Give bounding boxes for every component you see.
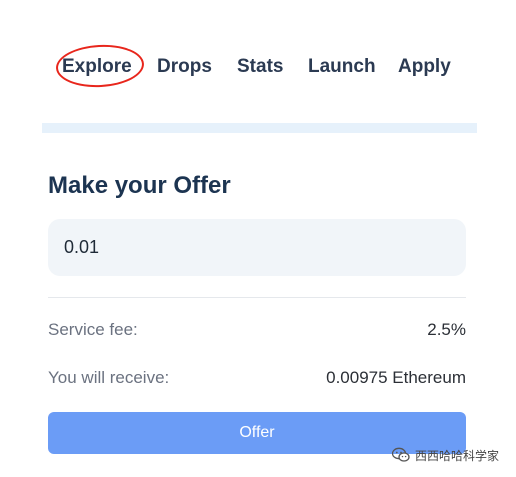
receive-row: You will receive: 0.00975 Ethereum: [48, 368, 466, 392]
nav-item-apply[interactable]: Apply: [398, 56, 451, 78]
nav-item-stats[interactable]: Stats: [237, 56, 283, 78]
service-fee-label: Service fee:: [48, 320, 138, 339]
service-fee-row: Service fee: 2.5%: [48, 320, 466, 344]
nav-item-explore[interactable]: Explore: [62, 56, 132, 78]
nav-item-drops[interactable]: Drops: [157, 56, 212, 78]
offer-amount-input[interactable]: [48, 219, 466, 276]
offer-divider: [48, 297, 466, 298]
top-nav: Explore Drops Stats Launch Apply: [0, 48, 516, 88]
nav-item-launch[interactable]: Launch: [308, 56, 376, 78]
service-fee-value: 2.5%: [427, 320, 466, 339]
nav-divider-bar: [42, 123, 477, 133]
receive-label: You will receive:: [48, 368, 170, 387]
wechat-logo-icon: [391, 447, 410, 463]
watermark: 西西哈哈科学家: [391, 446, 500, 464]
receive-value: 0.00975 Ethereum: [326, 368, 466, 387]
watermark-text: 西西哈哈科学家: [415, 448, 500, 463]
offer-title: Make your Offer: [48, 172, 231, 199]
page: Explore Drops Stats Launch Apply Make yo…: [0, 0, 516, 477]
